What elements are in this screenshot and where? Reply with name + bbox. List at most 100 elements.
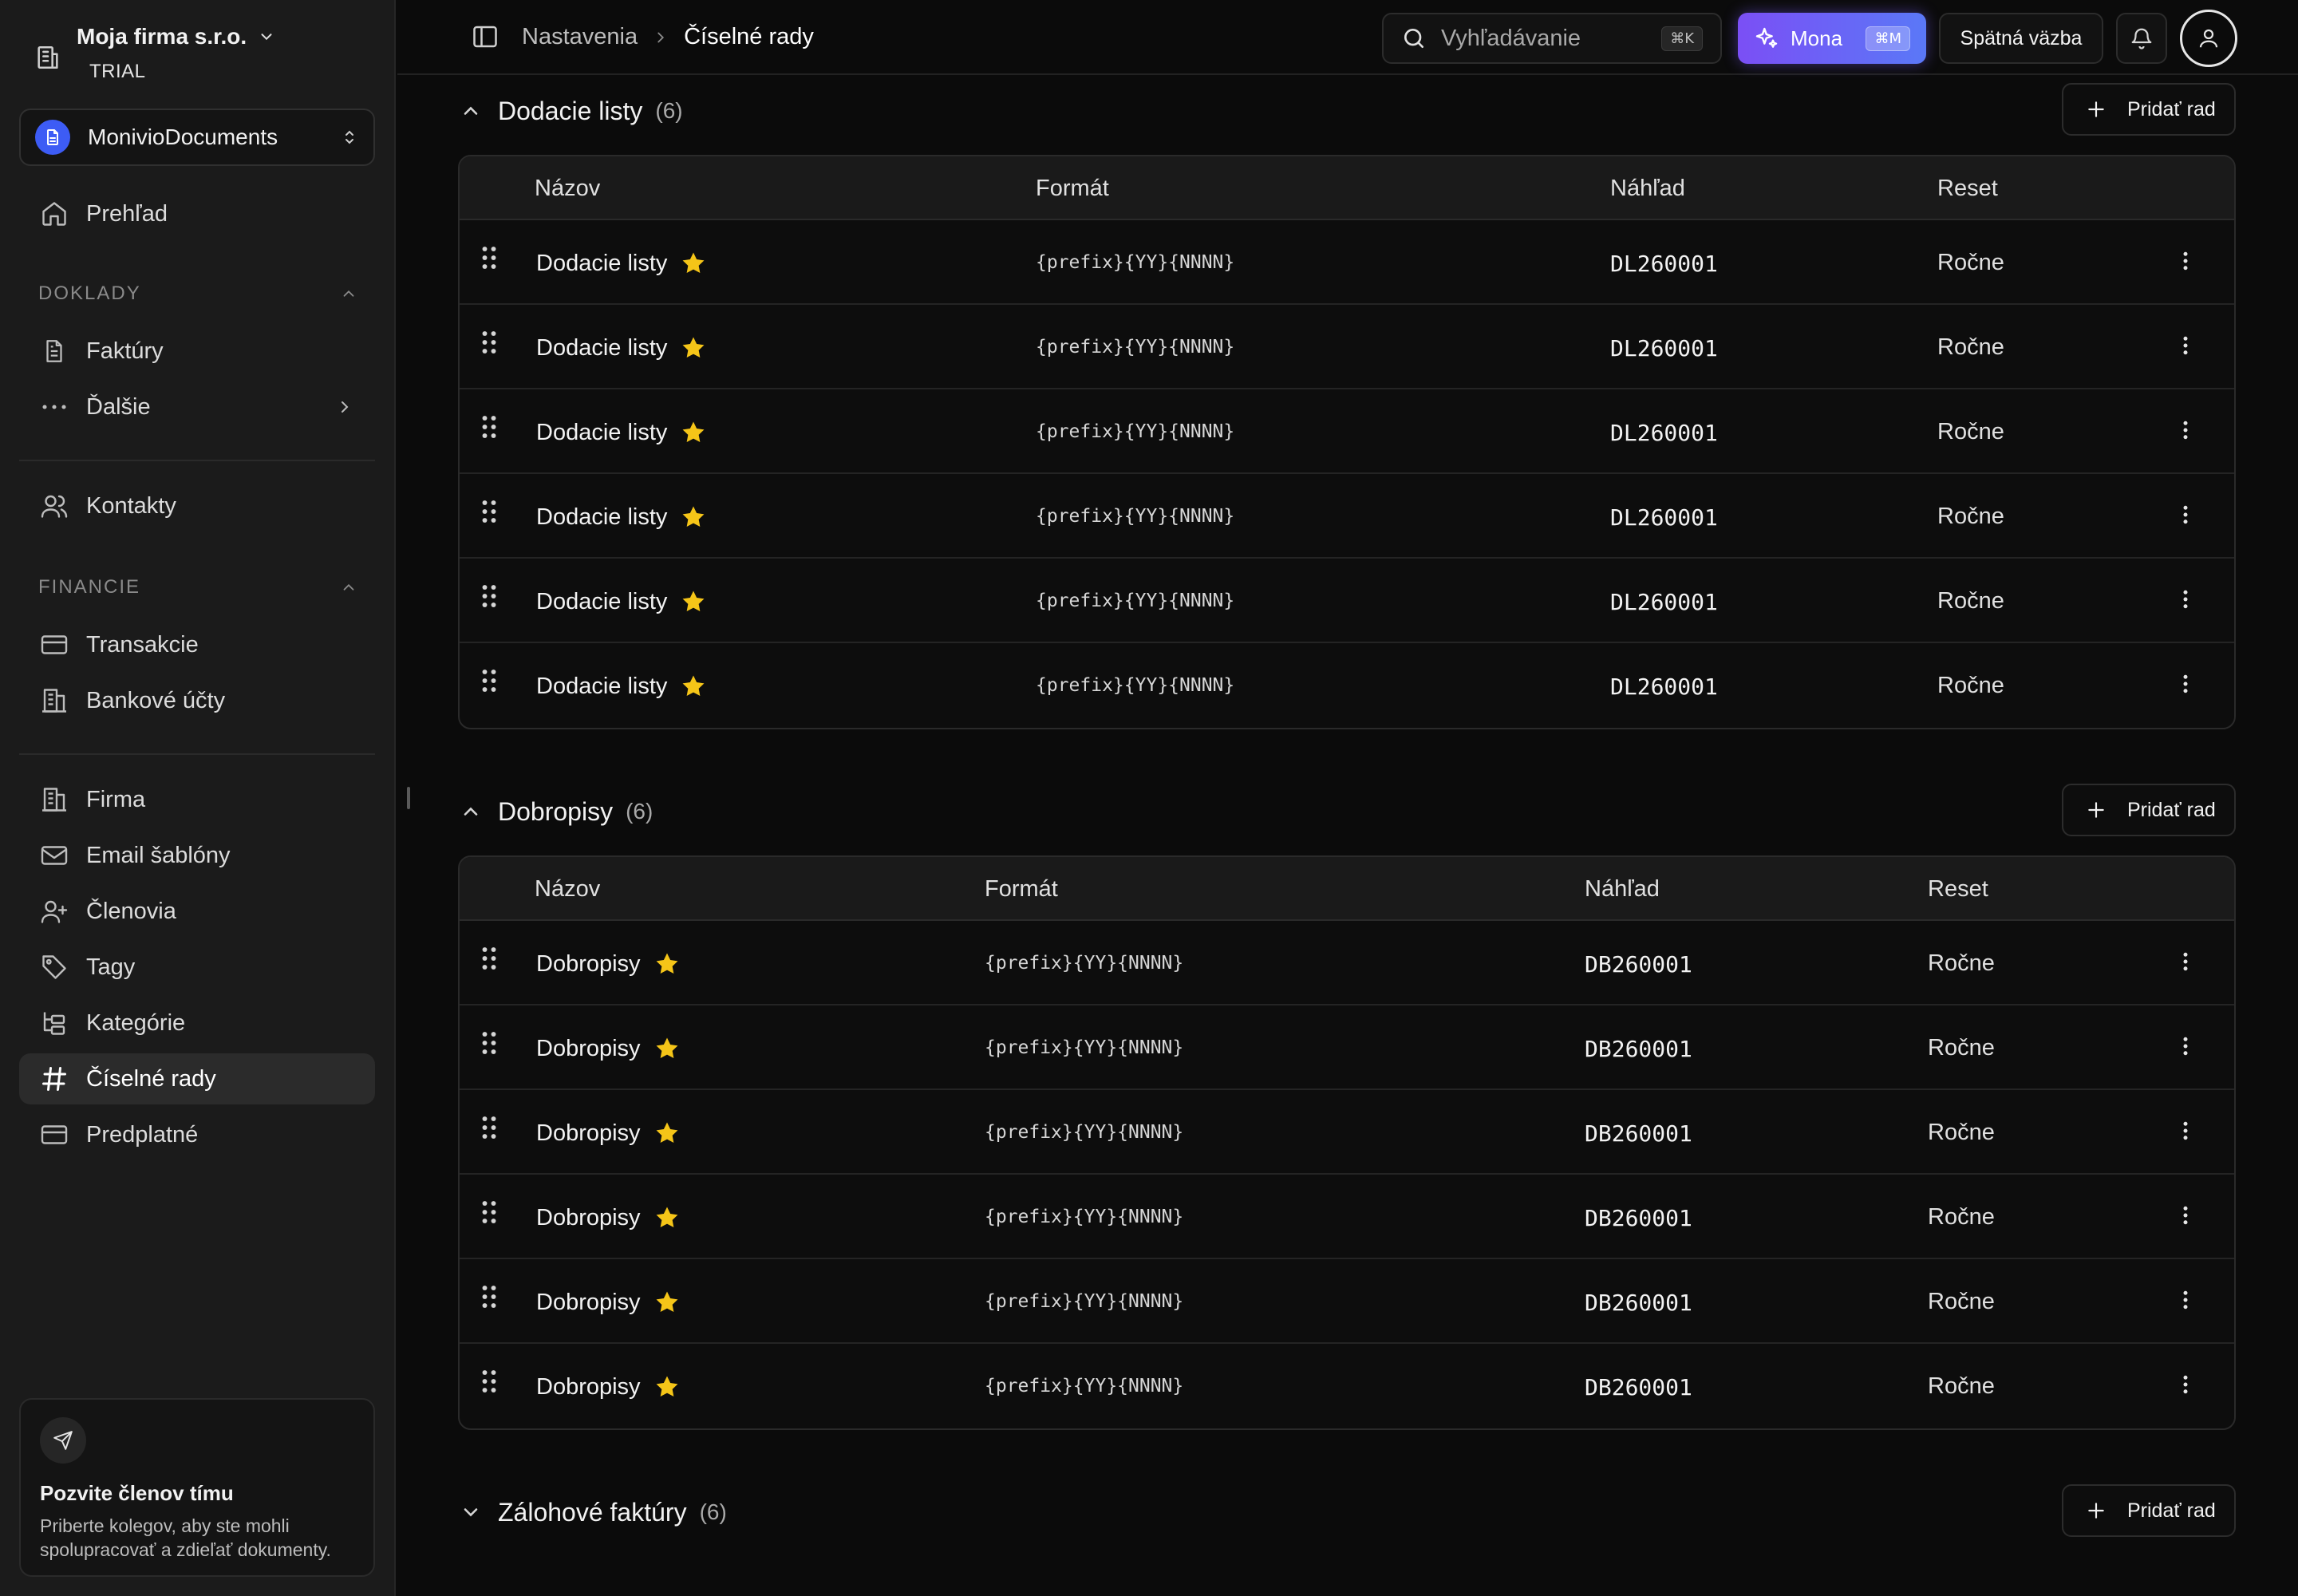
star-icon[interactable] [653,1373,681,1400]
more-vertical-icon[interactable] [2174,950,2197,974]
more-vertical-icon[interactable] [2174,1119,2197,1143]
breadcrumb-current: Číselné rady [684,24,814,49]
drag-handle-icon[interactable] [480,945,498,972]
section-doklady[interactable]: DOKLADY [38,282,357,305]
star-icon[interactable] [653,950,681,978]
add-series-label: Pridať rad [2127,97,2216,120]
series-preview: DB260001 [1585,1205,1692,1231]
more-vertical-icon[interactable] [2174,503,2197,527]
series-table: Názov Formát Náhľad Reset Dodacie listy {… [458,155,2236,729]
sidebar-item-number-series[interactable]: Číselné rady [19,1053,375,1104]
more-vertical-icon[interactable] [2174,334,2197,358]
more-vertical-icon[interactable] [2174,672,2197,696]
drag-handle-icon[interactable] [480,413,498,440]
table-row[interactable]: Dobropisy {prefix}{YY}{NNNN} DB260001 Ročne [460,1259,2234,1344]
sidebar-item-transactions[interactable]: Transakcie [19,619,375,670]
section-financie[interactable]: FINANCIE [38,576,357,598]
app-selector[interactable]: MonivioDocuments [19,109,375,166]
drag-handle-icon[interactable] [480,1368,498,1395]
sidebar-item-bank-accounts[interactable]: Bankové účty [19,675,375,726]
star-icon[interactable] [653,1120,681,1147]
star-icon[interactable] [680,504,707,531]
series-reset: Ročne [1928,1289,1995,1314]
feedback-button[interactable]: Spätná väzba [1939,13,2103,64]
sidebar-item-label: Faktúry [86,338,164,364]
star-icon[interactable] [680,250,707,277]
star-icon[interactable] [680,588,707,615]
chevron-up-icon[interactable] [460,100,482,122]
section-count: (6) [699,1499,727,1524]
drag-handle-icon[interactable] [480,1029,498,1057]
drag-handle-icon[interactable] [480,1114,498,1141]
series-preview: DB260001 [1585,1374,1692,1400]
search-input[interactable]: Vyhľadávanie ⌘K [1382,13,1722,64]
table-row[interactable]: Dodacie listy {prefix}{YY}{NNNN} DL260001 R… [460,305,2234,389]
sidebar-resize-handle[interactable] [407,787,410,809]
star-icon[interactable] [680,334,707,361]
sidebar-toggle-icon[interactable] [471,22,499,51]
invite-card[interactable]: Pozvite členov tímu Priberte kolegov, ab… [19,1398,375,1577]
sidebar-item-contacts[interactable]: Kontakty [19,480,375,531]
sidebar-item-subscription[interactable]: Predplatné [19,1109,375,1160]
sidebar-item-categories[interactable]: Kategórie [19,998,375,1049]
more-vertical-icon[interactable] [2174,1034,2197,1058]
sidebar-item-more[interactable]: Ďalšie [19,381,375,433]
table-row[interactable]: Dodacie listy {prefix}{YY}{NNNN} DL260001 R… [460,220,2234,305]
table-row[interactable]: Dodacie listy {prefix}{YY}{NNNN} DL260001 R… [460,559,2234,643]
more-vertical-icon[interactable] [2174,587,2197,611]
section-header[interactable]: Dobropisy (6) Pridať rad [460,784,2236,839]
star-icon[interactable] [653,1035,681,1062]
more-vertical-icon[interactable] [2174,1288,2197,1312]
sidebar-item-label: Bankové účty [86,687,226,713]
series-reset: Ročne [1928,950,1995,976]
table-row[interactable]: Dobropisy {prefix}{YY}{NNNN} DB260001 Ročne [460,1344,2234,1428]
table-row[interactable]: Dobropisy {prefix}{YY}{NNNN} DB260001 Ročne [460,921,2234,1005]
table-row[interactable]: Dobropisy {prefix}{YY}{NNNN} DB260001 Ročne [460,1005,2234,1090]
sidebar-item-invoices[interactable]: Faktúry [19,326,375,377]
sidebar-item-overview[interactable]: Prehľad [19,188,375,239]
add-series-button[interactable]: Pridať rad [2062,83,2236,136]
sidebar-item-company[interactable]: Firma [19,774,375,825]
workspace-switcher[interactable]: Moja firma s.r.o. TRIAL [19,18,370,97]
avatar[interactable] [2180,10,2237,67]
drag-handle-icon[interactable] [480,667,498,694]
drag-handle-icon[interactable] [480,244,498,271]
sidebar-item-members[interactable]: Členovia [19,886,375,937]
series-reset: Ročne [1937,419,2004,444]
user-icon [2197,26,2221,50]
more-vertical-icon[interactable] [2174,249,2197,273]
add-series-button[interactable]: Pridať rad [2062,1484,2236,1537]
section-header[interactable]: Zálohové faktúry (6) Pridať rad [460,1484,2236,1540]
more-vertical-icon[interactable] [2174,1203,2197,1227]
mona-assistant-button[interactable]: Mona ⌘M [1738,13,1926,64]
chevron-down-icon[interactable] [460,1501,482,1523]
drag-handle-icon[interactable] [480,1199,498,1226]
sidebar-item-email-templates[interactable]: Email šablóny [19,830,375,881]
star-icon[interactable] [680,419,707,446]
star-icon[interactable] [653,1289,681,1316]
add-series-button[interactable]: Pridať rad [2062,784,2236,836]
chevron-up-icon[interactable] [460,800,482,823]
plan-badge: TRIAL [89,61,146,82]
star-icon[interactable] [680,673,707,700]
series-name-cell: Dodacie listy [536,673,707,700]
bell-icon[interactable] [2116,13,2167,64]
drag-handle-icon[interactable] [480,1283,498,1310]
table-row[interactable]: Dobropisy {prefix}{YY}{NNNN} DB260001 Ročne [460,1175,2234,1259]
series-name: Dobropisy [536,1204,641,1231]
sidebar-item-tags[interactable]: Tagy [19,942,375,993]
drag-handle-icon[interactable] [480,329,498,356]
section-header[interactable]: Dodacie listy (6) Pridať rad [460,83,2236,139]
table-row[interactable]: Dodacie listy {prefix}{YY}{NNNN} DL260001 R… [460,643,2234,728]
more-vertical-icon[interactable] [2174,418,2197,442]
star-icon[interactable] [653,1204,681,1231]
drag-handle-icon[interactable] [480,498,498,525]
breadcrumb-parent[interactable]: Nastavenia [522,24,638,50]
series-name: Dodacie listy [536,673,668,699]
table-row[interactable]: Dobropisy {prefix}{YY}{NNNN} DB260001 Ročne [460,1090,2234,1175]
more-vertical-icon[interactable] [2174,1373,2197,1396]
table-row[interactable]: Dodacie listy {prefix}{YY}{NNNN} DL260001 R… [460,389,2234,474]
table-row[interactable]: Dodacie listy {prefix}{YY}{NNNN} DL260001 R… [460,474,2234,559]
drag-handle-icon[interactable] [480,583,498,610]
divider [19,753,375,755]
